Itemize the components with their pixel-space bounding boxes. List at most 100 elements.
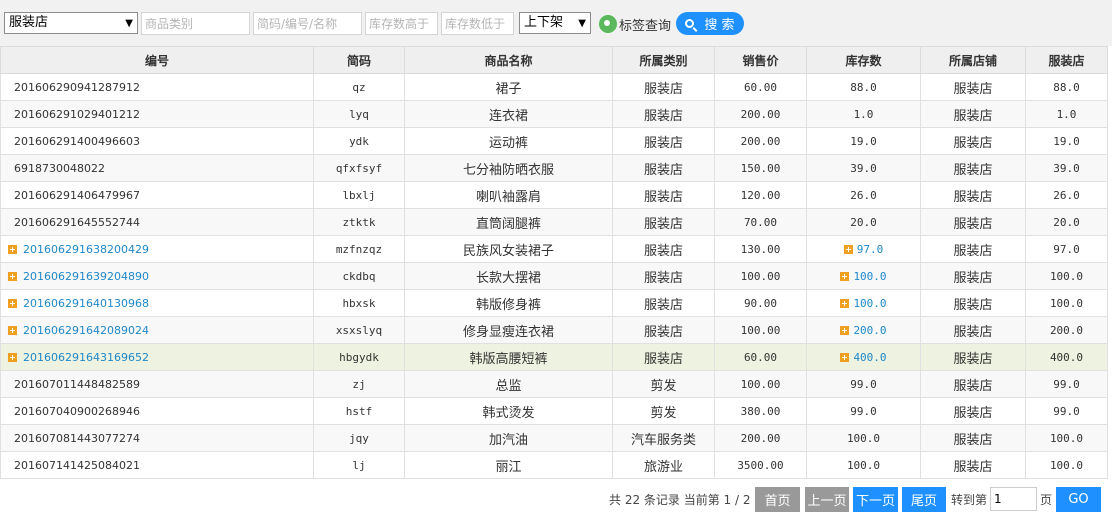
- abbr-code-cell: qz: [313, 73, 405, 101]
- tag-icon: [599, 15, 617, 33]
- table-row[interactable]: 201607141425084021 lj 丽江 旅游业 3500.00 100.0 服装店…: [0, 451, 1108, 479]
- stock-cell: 400.0: [806, 343, 921, 371]
- store-stock-cell: 19.0: [1025, 127, 1108, 155]
- store-select[interactable]: 服装店 ▼: [4, 12, 138, 34]
- stock-cell-text: 88.0: [850, 80, 877, 94]
- search-button-label: 搜 索: [704, 18, 735, 33]
- price-cell: 70.00: [714, 208, 807, 236]
- table-row[interactable]: 201606291400496603 ydk 运动裤 服装店 200.00 19.0 服装店…: [0, 127, 1108, 155]
- abbr-code-cell: lbxlj: [313, 181, 405, 209]
- column-header[interactable]: 编号: [0, 46, 314, 74]
- stock-cell-text: 400.0: [853, 350, 887, 364]
- table-row[interactable]: 6918730048022 qfxfsyf 七分袖防晒衣服 服装店 150.00 39.0…: [0, 154, 1108, 182]
- product-name-cell: 总监: [404, 370, 613, 398]
- column-header[interactable]: 库存数: [806, 46, 921, 74]
- price-cell: 60.00: [714, 73, 807, 101]
- product-name-cell-text: 丽江: [495, 459, 522, 475]
- store-stock-cell: 26.0: [1025, 181, 1108, 209]
- price-cell: 3500.00: [714, 451, 807, 479]
- shop-cell-text: 服装店: [953, 81, 993, 97]
- shop-cell: 服装店: [920, 316, 1026, 344]
- category-cell-text: 服装店: [643, 324, 683, 340]
- shop-cell-text: 服装店: [953, 405, 993, 421]
- price-cell-text: 200.00: [740, 107, 781, 121]
- table-row[interactable]: 201606291639204890 ckdbq 长款大摆裙 服装店 100.00 100…: [0, 262, 1108, 290]
- abbr-code-cell: mzfnzqz: [313, 235, 405, 263]
- product-code-cell-text[interactable]: 201606291643169652: [23, 351, 149, 364]
- product-code-cell-text[interactable]: 201606291639204890: [23, 270, 149, 283]
- shop-cell: 服装店: [920, 397, 1026, 425]
- column-header[interactable]: 服装店: [1025, 46, 1108, 74]
- search-button[interactable]: 搜 索: [676, 12, 744, 35]
- store-stock-cell-text: 400.0: [1049, 350, 1084, 364]
- shop-cell-text: 服装店: [953, 351, 993, 367]
- code-search-input[interactable]: 简码/编号/名称: [253, 12, 362, 35]
- page-number-input[interactable]: 1: [990, 487, 1037, 511]
- expand-plus-icon[interactable]: [840, 353, 850, 362]
- abbr-code-cell: qfxfsyf: [313, 154, 405, 182]
- expand-plus-icon[interactable]: [8, 299, 17, 308]
- product-name-cell: 韩式烫发: [404, 397, 613, 425]
- table-row[interactable]: 201607081443077274 jqy 加汽油 汽车服务类 200.00 100.0…: [0, 424, 1108, 452]
- store-stock-cell-text: 99.0: [1053, 377, 1080, 391]
- product-name-cell: 韩版高腰短裤: [404, 343, 613, 371]
- expand-plus-icon[interactable]: [8, 353, 17, 362]
- product-code-cell-text[interactable]: 201606291642089024: [23, 324, 149, 337]
- stock-cell-text: 100.0: [853, 296, 887, 310]
- price-cell-text: 380.00: [740, 404, 781, 418]
- table-row[interactable]: 201607040900268946 hstf 韩式烫发 剪发 380.00 99.0 服装…: [0, 397, 1108, 425]
- next-page-button[interactable]: 下一页: [853, 487, 898, 512]
- table-row[interactable]: 201606290941287912 qz 裙子 服装店 60.00 88.0 服装店 88.…: [0, 73, 1108, 101]
- expand-plus-icon[interactable]: [8, 326, 17, 335]
- store-stock-cell: 100.0: [1025, 289, 1108, 317]
- stock-above-input[interactable]: 库存数高于: [365, 12, 438, 35]
- table-row[interactable]: 201606291640130968 hbxsk 韩版修身裤 服装店 90.00 100.…: [0, 289, 1108, 317]
- first-page-button[interactable]: 首页: [755, 487, 800, 512]
- prev-page-button[interactable]: 上一页: [805, 487, 849, 512]
- tag-query-button[interactable]: 标签查询: [599, 13, 671, 35]
- column-header[interactable]: 销售价: [714, 46, 807, 74]
- product-name-cell: 修身显瘦连衣裙: [404, 316, 613, 344]
- expand-plus-icon[interactable]: [8, 245, 17, 254]
- table-row[interactable]: 201606291029401212 lyq 连衣裙 服装店 200.00 1.0 服装店 1…: [0, 100, 1108, 128]
- product-code-cell-text: 201607040900268946: [14, 404, 140, 418]
- product-name-cell-text: 长款大摆裙: [475, 270, 541, 286]
- category-cell: 服装店: [612, 289, 715, 317]
- expand-plus-icon[interactable]: [840, 272, 850, 281]
- product-code-cell-text[interactable]: 201606291640130968: [23, 297, 149, 310]
- product-code-cell-text[interactable]: 201606291638200429: [23, 243, 149, 256]
- expand-plus-icon[interactable]: [843, 245, 853, 254]
- stock-cell: 100.0: [806, 262, 921, 290]
- category-cell-text: 汽车服务类: [630, 432, 696, 448]
- price-cell-text: 100.00: [740, 269, 781, 283]
- category-cell: 服装店: [612, 208, 715, 236]
- table-row[interactable]: 201606291406479967 lbxlj 喇叭袖露肩 服装店 120.00 26.…: [0, 181, 1108, 209]
- product-code-cell: 6918730048022: [0, 154, 314, 182]
- stock-below-input[interactable]: 库存数低于: [441, 12, 514, 35]
- column-header[interactable]: 简码: [313, 46, 405, 74]
- column-header[interactable]: 商品名称: [404, 46, 613, 74]
- go-button[interactable]: GO: [1056, 487, 1101, 512]
- stock-cell-text: 100.0: [846, 458, 881, 472]
- column-header[interactable]: 所属店铺: [920, 46, 1026, 74]
- product-code-cell: 201606291638200429: [0, 235, 314, 263]
- last-page-button[interactable]: 尾页: [902, 487, 946, 512]
- expand-plus-icon[interactable]: [8, 272, 17, 281]
- table-row[interactable]: 201606291638200429 mzfnzqz 民族风女装裙子 服装店 130.0…: [0, 235, 1108, 263]
- shop-cell: 服装店: [920, 181, 1026, 209]
- price-cell-text: 60.00: [743, 350, 778, 364]
- product-code-cell-text: 201607011448482589: [14, 377, 140, 391]
- abbr-code-cell-text: hbxsk: [342, 296, 376, 310]
- category-cell: 服装店: [612, 100, 715, 128]
- table-row[interactable]: 201606291643169652 hbgydk 韩版高腰短裤 服装店 60.00 40…: [0, 343, 1108, 371]
- table-row[interactable]: 201607011448482589 zj 总监 剪发 100.00 99.0 服装店 99.…: [0, 370, 1108, 398]
- table-row[interactable]: 201606291645552744 ztktk 直筒阔腿裤 服装店 70.00 20.0…: [0, 208, 1108, 236]
- table-row[interactable]: 201606291642089024 xsxslyq 修身显瘦连衣裙 服装店 100.0…: [0, 316, 1108, 344]
- column-header[interactable]: 所属类别: [612, 46, 715, 74]
- tag-query-label: 标签查询: [619, 18, 672, 34]
- expand-plus-icon[interactable]: [840, 299, 850, 308]
- product-code-cell: 201606291642089024: [0, 316, 314, 344]
- expand-plus-icon[interactable]: [840, 326, 850, 335]
- shelf-status-select[interactable]: 上下架 ▼: [519, 12, 591, 34]
- category-input[interactable]: 商品类别: [141, 12, 250, 35]
